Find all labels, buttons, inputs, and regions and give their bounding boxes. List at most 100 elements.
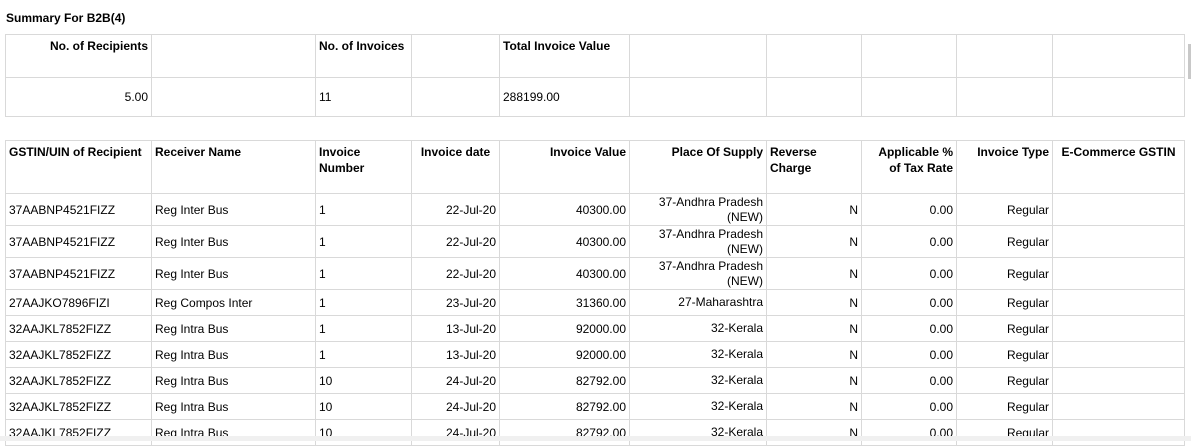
cell-reverse-charge[interactable]: N (766, 257, 862, 290)
cell-receiver-name[interactable]: Reg Intra Bus (151, 419, 316, 446)
cell-gstin[interactable]: 32AAJKL7852FIZZ (5, 419, 152, 446)
cell-reverse-charge[interactable]: N (766, 289, 862, 316)
cell-invoice-number[interactable]: 1 (315, 341, 412, 368)
table-row[interactable]: 32AAJKL7852FIZZ Reg Intra Bus 1 13-Jul-20 92… (5, 315, 1185, 342)
cell-invoice-date[interactable]: 24-Jul-20 (411, 419, 500, 446)
cell-gstin[interactable]: 32AAJKL7852FIZZ (5, 341, 152, 368)
table-row[interactable]: 32AAJKL7852FIZZ Reg Intra Bus 10 24-Jul-20 8… (5, 367, 1185, 394)
cell-invoice-type[interactable]: Regular (956, 367, 1053, 394)
cell-invoice-date[interactable]: 13-Jul-20 (411, 315, 500, 342)
cell-invoice-number[interactable]: 10 (315, 367, 412, 394)
col-header-invoice-type[interactable]: Invoice Type (956, 140, 1053, 194)
cell-ecommerce-gstin[interactable] (1052, 315, 1185, 342)
cell-invoice-value[interactable]: 82792.00 (499, 393, 630, 420)
cell-reverse-charge[interactable]: N (766, 315, 862, 342)
table-row[interactable]: 32AAJKL7852FIZZ Reg Intra Bus 1 13-Jul-20 92… (5, 341, 1185, 368)
table-row[interactable]: 37AABNP4521FIZZ Reg Inter Bus 1 22-Jul-20 40… (5, 257, 1185, 290)
col-header-tax-rate[interactable]: Applicable % of Tax Rate (861, 140, 957, 194)
cell-tax-rate[interactable]: 0.00 (861, 193, 957, 226)
col-header-invoice-value[interactable]: Invoice Value (499, 140, 630, 194)
col-header-receiver-name[interactable]: Receiver Name (151, 140, 316, 194)
cell-invoice-value[interactable]: 40300.00 (499, 225, 630, 258)
cell-invoice-type[interactable]: Regular (956, 315, 1053, 342)
cell-invoice-value[interactable]: 92000.00 (499, 315, 630, 342)
cell-invoice-number[interactable]: 10 (315, 393, 412, 420)
cell-reverse-charge[interactable]: N (766, 393, 862, 420)
cell-gstin[interactable]: 37AABNP4521FIZZ (5, 257, 152, 290)
cell-receiver-name[interactable]: Reg Inter Bus (151, 257, 316, 290)
cell-invoice-date[interactable]: 24-Jul-20 (411, 367, 500, 394)
cell-place-of-supply[interactable]: 32-Kerala (629, 315, 767, 342)
cell-invoice-value[interactable]: 82792.00 (499, 419, 630, 446)
col-header-invoice-date[interactable]: Invoice date (411, 140, 500, 194)
cell-place-of-supply[interactable]: 37-Andhra Pradesh (NEW) (629, 257, 767, 290)
cell-invoice-value[interactable]: 92000.00 (499, 341, 630, 368)
cell-reverse-charge[interactable]: N (766, 341, 862, 368)
table-row[interactable]: 37AABNP4521FIZZ Reg Inter Bus 1 22-Jul-20 40… (5, 193, 1185, 226)
cell-place-of-supply[interactable]: 32-Kerala (629, 341, 767, 368)
col-header-ecommerce-gstin[interactable]: E-Commerce GSTIN (1052, 140, 1185, 194)
table-row[interactable]: 32AAJKL7852FIZZ Reg Intra Bus 10 24-Jul-20 8… (5, 393, 1185, 420)
cell-ecommerce-gstin[interactable] (1052, 193, 1185, 226)
cell-tax-rate[interactable]: 0.00 (861, 257, 957, 290)
cell-invoice-type[interactable]: Regular (956, 225, 1053, 258)
cell-gstin[interactable]: 32AAJKL7852FIZZ (5, 367, 152, 394)
cell-receiver-name[interactable]: Reg Inter Bus (151, 225, 316, 258)
cell-receiver-name[interactable]: Reg Inter Bus (151, 193, 316, 226)
cell-invoice-type[interactable]: Regular (956, 257, 1053, 290)
cell-invoice-number[interactable]: 1 (315, 257, 412, 290)
cell-invoice-value[interactable]: 82792.00 (499, 367, 630, 394)
cell-tax-rate[interactable]: 0.00 (861, 315, 957, 342)
cell-invoice-type[interactable]: Regular (956, 193, 1053, 226)
cell-invoice-value[interactable]: 40300.00 (499, 193, 630, 226)
col-header-place-of-supply[interactable]: Place Of Supply (629, 140, 767, 194)
cell-receiver-name[interactable]: Reg Intra Bus (151, 393, 316, 420)
col-header-gstin[interactable]: GSTIN/UIN of Recipient (5, 140, 152, 194)
cell-invoice-date[interactable]: 22-Jul-20 (411, 225, 500, 258)
cell-receiver-name[interactable]: Reg Compos Inter (151, 289, 316, 316)
cell-invoice-date[interactable]: 23-Jul-20 (411, 289, 500, 316)
cell-tax-rate[interactable]: 0.00 (861, 341, 957, 368)
cell-tax-rate[interactable]: 0.00 (861, 393, 957, 420)
cell-receiver-name[interactable]: Reg Intra Bus (151, 315, 316, 342)
cell-ecommerce-gstin[interactable] (1052, 341, 1185, 368)
cell-place-of-supply[interactable]: 37-Andhra Pradesh (NEW) (629, 193, 767, 226)
col-header-invoice-number[interactable]: Invoice Number (315, 140, 412, 194)
cell-invoice-type[interactable]: Regular (956, 289, 1053, 316)
cell-invoice-number[interactable]: 1 (315, 225, 412, 258)
cell-gstin[interactable]: 32AAJKL7852FIZZ (5, 315, 152, 342)
cell-tax-rate[interactable]: 0.00 (861, 419, 957, 446)
table-row[interactable]: 27AAJKO7896FIZI Reg Compos Inter 1 23-Jul-2… (5, 289, 1185, 316)
cell-invoice-date[interactable]: 22-Jul-20 (411, 193, 500, 226)
cell-invoice-type[interactable]: Regular (956, 393, 1053, 420)
cell-ecommerce-gstin[interactable] (1052, 419, 1185, 446)
cell-reverse-charge[interactable]: N (766, 193, 862, 226)
cell-receiver-name[interactable]: Reg Intra Bus (151, 367, 316, 394)
cell-invoice-type[interactable]: Regular (956, 419, 1053, 446)
cell-ecommerce-gstin[interactable] (1052, 225, 1185, 258)
horizontal-scrollbar[interactable] (0, 436, 1191, 441)
cell-place-of-supply[interactable]: 27-Maharashtra (629, 289, 767, 316)
cell-ecommerce-gstin[interactable] (1052, 257, 1185, 290)
cell-invoice-date[interactable]: 22-Jul-20 (411, 257, 500, 290)
cell-invoice-number[interactable]: 1 (315, 289, 412, 316)
cell-invoice-date[interactable]: 24-Jul-20 (411, 393, 500, 420)
cell-place-of-supply[interactable]: 32-Kerala (629, 419, 767, 446)
col-header-reverse-charge[interactable]: Reverse Charge (766, 140, 862, 194)
cell-invoice-type[interactable]: Regular (956, 341, 1053, 368)
cell-ecommerce-gstin[interactable] (1052, 289, 1185, 316)
cell-gstin[interactable]: 37AABNP4521FIZZ (5, 225, 152, 258)
cell-place-of-supply[interactable]: 32-Kerala (629, 367, 767, 394)
cell-ecommerce-gstin[interactable] (1052, 393, 1185, 420)
table-row[interactable]: 37AABNP4521FIZZ Reg Inter Bus 1 22-Jul-20 40… (5, 225, 1185, 258)
cell-reverse-charge[interactable]: N (766, 419, 862, 446)
cell-ecommerce-gstin[interactable] (1052, 367, 1185, 394)
cell-invoice-number[interactable]: 1 (315, 193, 412, 226)
cell-invoice-value[interactable]: 31360.00 (499, 289, 630, 316)
cell-invoice-value[interactable]: 40300.00 (499, 257, 630, 290)
cell-place-of-supply[interactable]: 37-Andhra Pradesh (NEW) (629, 225, 767, 258)
cell-tax-rate[interactable]: 0.00 (861, 367, 957, 394)
cell-tax-rate[interactable]: 0.00 (861, 289, 957, 316)
cell-gstin[interactable]: 32AAJKL7852FIZZ (5, 393, 152, 420)
cell-gstin[interactable]: 37AABNP4521FIZZ (5, 193, 152, 226)
